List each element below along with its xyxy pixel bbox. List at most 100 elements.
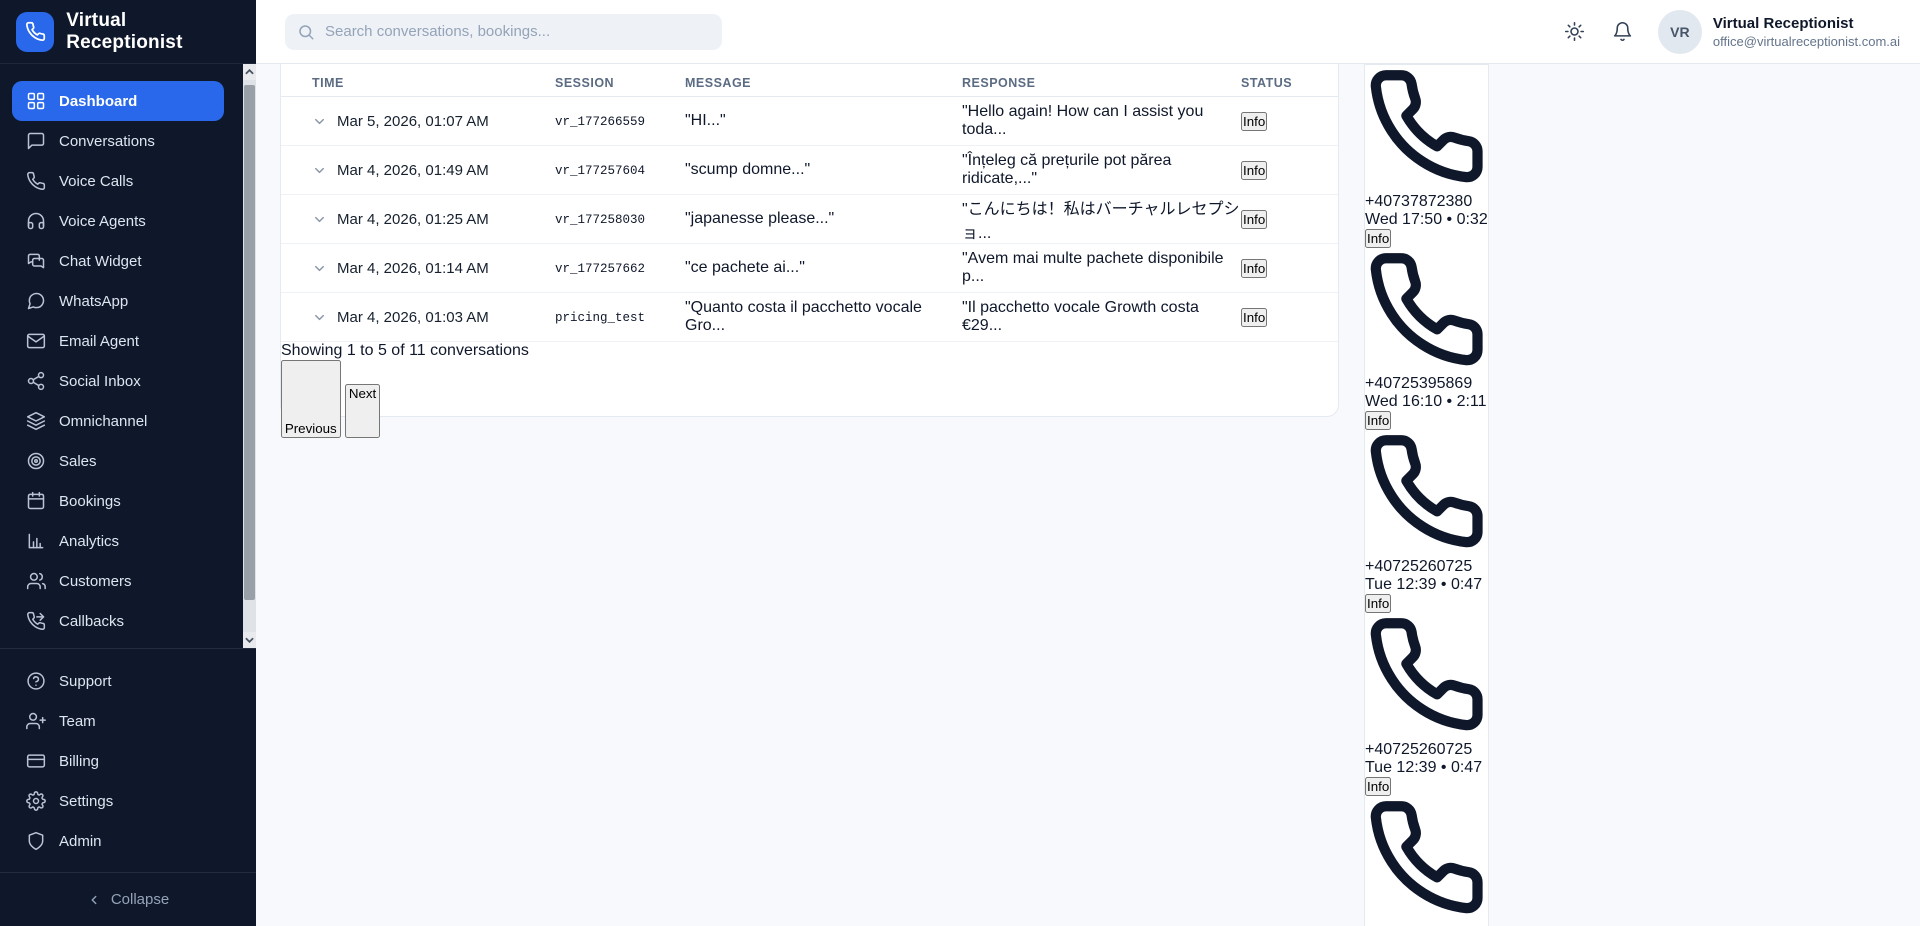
table-footer: Showing 1 to 5 of 11 conversations Previ…: [281, 342, 1338, 438]
call-card[interactable]: +40725260725 Mon 15:55 • 6:47 Info: [1365, 796, 1488, 926]
time-cell: Mar 4, 2026, 01:03 AM: [312, 309, 555, 326]
sidebar-item-email-agent[interactable]: Email Agent: [12, 321, 244, 361]
grid-icon: [26, 91, 46, 111]
sidebar-item-social-inbox[interactable]: Social Inbox: [12, 361, 244, 401]
sidebar-scrollbar[interactable]: [243, 64, 256, 648]
expand-chevron-icon[interactable]: [312, 163, 327, 178]
sidebar-item-team[interactable]: Team: [12, 701, 244, 741]
main-content: Time Session Message Response Status Mar…: [256, 64, 1920, 926]
sidebar-item-billing[interactable]: Billing: [12, 741, 244, 781]
message-cell: "ce pachete ai...": [685, 259, 962, 277]
session-badge: vr_177257662: [555, 262, 645, 276]
expand-chevron-icon[interactable]: [312, 114, 327, 129]
sidebar-item-analytics[interactable]: Analytics: [12, 521, 244, 561]
user-plus-icon: [26, 711, 46, 731]
time-cell: Mar 4, 2026, 01:14 AM: [312, 260, 555, 277]
user-name: Virtual Receptionist: [1713, 15, 1900, 32]
gear-icon: [26, 791, 46, 811]
sidebar-item-dashboard[interactable]: Dashboard: [12, 81, 224, 121]
message-cell: "japanesse please...": [685, 210, 962, 228]
sidebar-item-label: Team: [59, 713, 96, 730]
sidebar-item-voice-agents[interactable]: Voice Agents: [12, 201, 244, 241]
users-icon: [26, 571, 46, 591]
collapse-label: Collapse: [111, 891, 169, 908]
call-info-button[interactable]: Info: [1365, 229, 1391, 248]
sidebar-item-customers[interactable]: Customers: [12, 561, 244, 601]
phone-call-icon: [1365, 248, 1488, 376]
sidebar-item-label: Billing: [59, 753, 99, 770]
call-info-button[interactable]: Info: [1365, 594, 1391, 613]
info-button[interactable]: Info: [1241, 308, 1267, 327]
previous-page-button[interactable]: Previous: [281, 360, 341, 438]
info-button[interactable]: Info: [1241, 112, 1267, 131]
expand-chevron-icon[interactable]: [312, 261, 327, 276]
info-button[interactable]: Info: [1241, 161, 1267, 180]
call-card[interactable]: +40725260725 Tue 12:39 • 0:47 Info: [1365, 430, 1488, 613]
sidebar-item-label: Callbacks: [59, 613, 124, 630]
next-page-button[interactable]: Next: [345, 384, 380, 437]
phone-call-icon: [1365, 430, 1488, 558]
conversations-table-card: Time Session Message Response Status Mar…: [280, 64, 1339, 417]
app-logo-phone-icon: [16, 12, 54, 52]
status-cell: Info: [1241, 161, 1320, 180]
target-icon: [26, 451, 46, 471]
user-menu[interactable]: VR Virtual Receptionist office@virtualre…: [1658, 10, 1900, 54]
sidebar-item-settings[interactable]: Settings: [12, 781, 244, 821]
search-bar[interactable]: [285, 14, 722, 50]
sidebar-item-callbacks[interactable]: Callbacks: [12, 601, 244, 641]
message-cell: "Quanto costa il pacchetto vocale Gro...: [685, 299, 962, 335]
call-card[interactable]: +40725260725 Tue 12:39 • 0:47 Info: [1365, 613, 1488, 796]
expand-chevron-icon[interactable]: [312, 310, 327, 325]
session-badge: vr_177266559: [555, 115, 645, 129]
search-input[interactable]: [325, 23, 710, 40]
sidebar-item-bookings[interactable]: Bookings: [12, 481, 244, 521]
sidebar-scroll-down-icon[interactable]: [243, 632, 256, 648]
call-info-button[interactable]: Info: [1365, 777, 1391, 796]
message-square-icon: [26, 131, 46, 151]
table-row: Mar 4, 2026, 01:03 AM pricing_test "Quan…: [281, 293, 1338, 342]
status-cell: Info: [1241, 210, 1320, 229]
sidebar-item-sales[interactable]: Sales: [12, 441, 244, 481]
sidebar-item-voice-calls[interactable]: Voice Calls: [12, 161, 244, 201]
sidebar-item-whatsapp[interactable]: WhatsApp: [12, 281, 244, 321]
session-cell: vr_177266559: [555, 112, 685, 130]
message-circle-icon: [26, 291, 46, 311]
call-meta: Wed 17:50 • 0:32: [1365, 211, 1488, 229]
headphones-icon: [26, 211, 46, 231]
col-header-status: Status: [1241, 76, 1320, 90]
call-info-button[interactable]: Info: [1365, 411, 1391, 430]
sidebar-item-label: Chat Widget: [59, 253, 142, 270]
sidebar-scroll-up-icon[interactable]: [243, 64, 256, 80]
response-cell: "Il pacchetto vocale Growth costa €29...: [962, 299, 1241, 335]
sidebar-item-conversations[interactable]: Conversations: [12, 121, 244, 161]
sidebar-item-label: Conversations: [59, 133, 155, 150]
chevron-left-icon: [87, 893, 101, 907]
phone-call-icon: [1365, 613, 1488, 741]
call-card[interactable]: +40737872380 Wed 17:50 • 0:32 Info: [1365, 65, 1488, 248]
sidebar-item-omnichannel[interactable]: Omnichannel: [12, 401, 244, 441]
sidebar-item-admin[interactable]: Admin: [12, 821, 244, 861]
share-icon: [26, 371, 46, 391]
collapse-button[interactable]: Collapse: [0, 872, 256, 926]
info-button[interactable]: Info: [1241, 210, 1267, 229]
notifications-button[interactable]: [1610, 19, 1636, 45]
col-header-response: Response: [962, 76, 1241, 90]
sidebar-scrollbar-thumb[interactable]: [244, 85, 255, 600]
row-time: Mar 5, 2026, 01:07 AM: [337, 113, 489, 130]
info-button[interactable]: Info: [1241, 259, 1267, 278]
call-card[interactable]: +40725395869 Wed 16:10 • 2:11 Info: [1365, 248, 1488, 431]
theme-toggle-button[interactable]: [1562, 19, 1588, 45]
sidebar-item-label: Social Inbox: [59, 373, 141, 390]
col-header-session: Session: [555, 76, 685, 90]
col-header-message: Message: [685, 76, 962, 90]
sidebar-item-label: Support: [59, 673, 112, 690]
row-time: Mar 4, 2026, 01:25 AM: [337, 211, 489, 228]
sidebar-item-chat-widget[interactable]: Chat Widget: [12, 241, 244, 281]
sidebar-item-support[interactable]: Support: [12, 661, 244, 701]
session-cell: pricing_test: [555, 308, 685, 326]
call-number: +40725395869: [1365, 375, 1488, 393]
chevron-right-icon: [347, 401, 378, 432]
shield-icon: [26, 831, 46, 851]
time-cell: Mar 4, 2026, 01:25 AM: [312, 211, 555, 228]
expand-chevron-icon[interactable]: [312, 212, 327, 227]
